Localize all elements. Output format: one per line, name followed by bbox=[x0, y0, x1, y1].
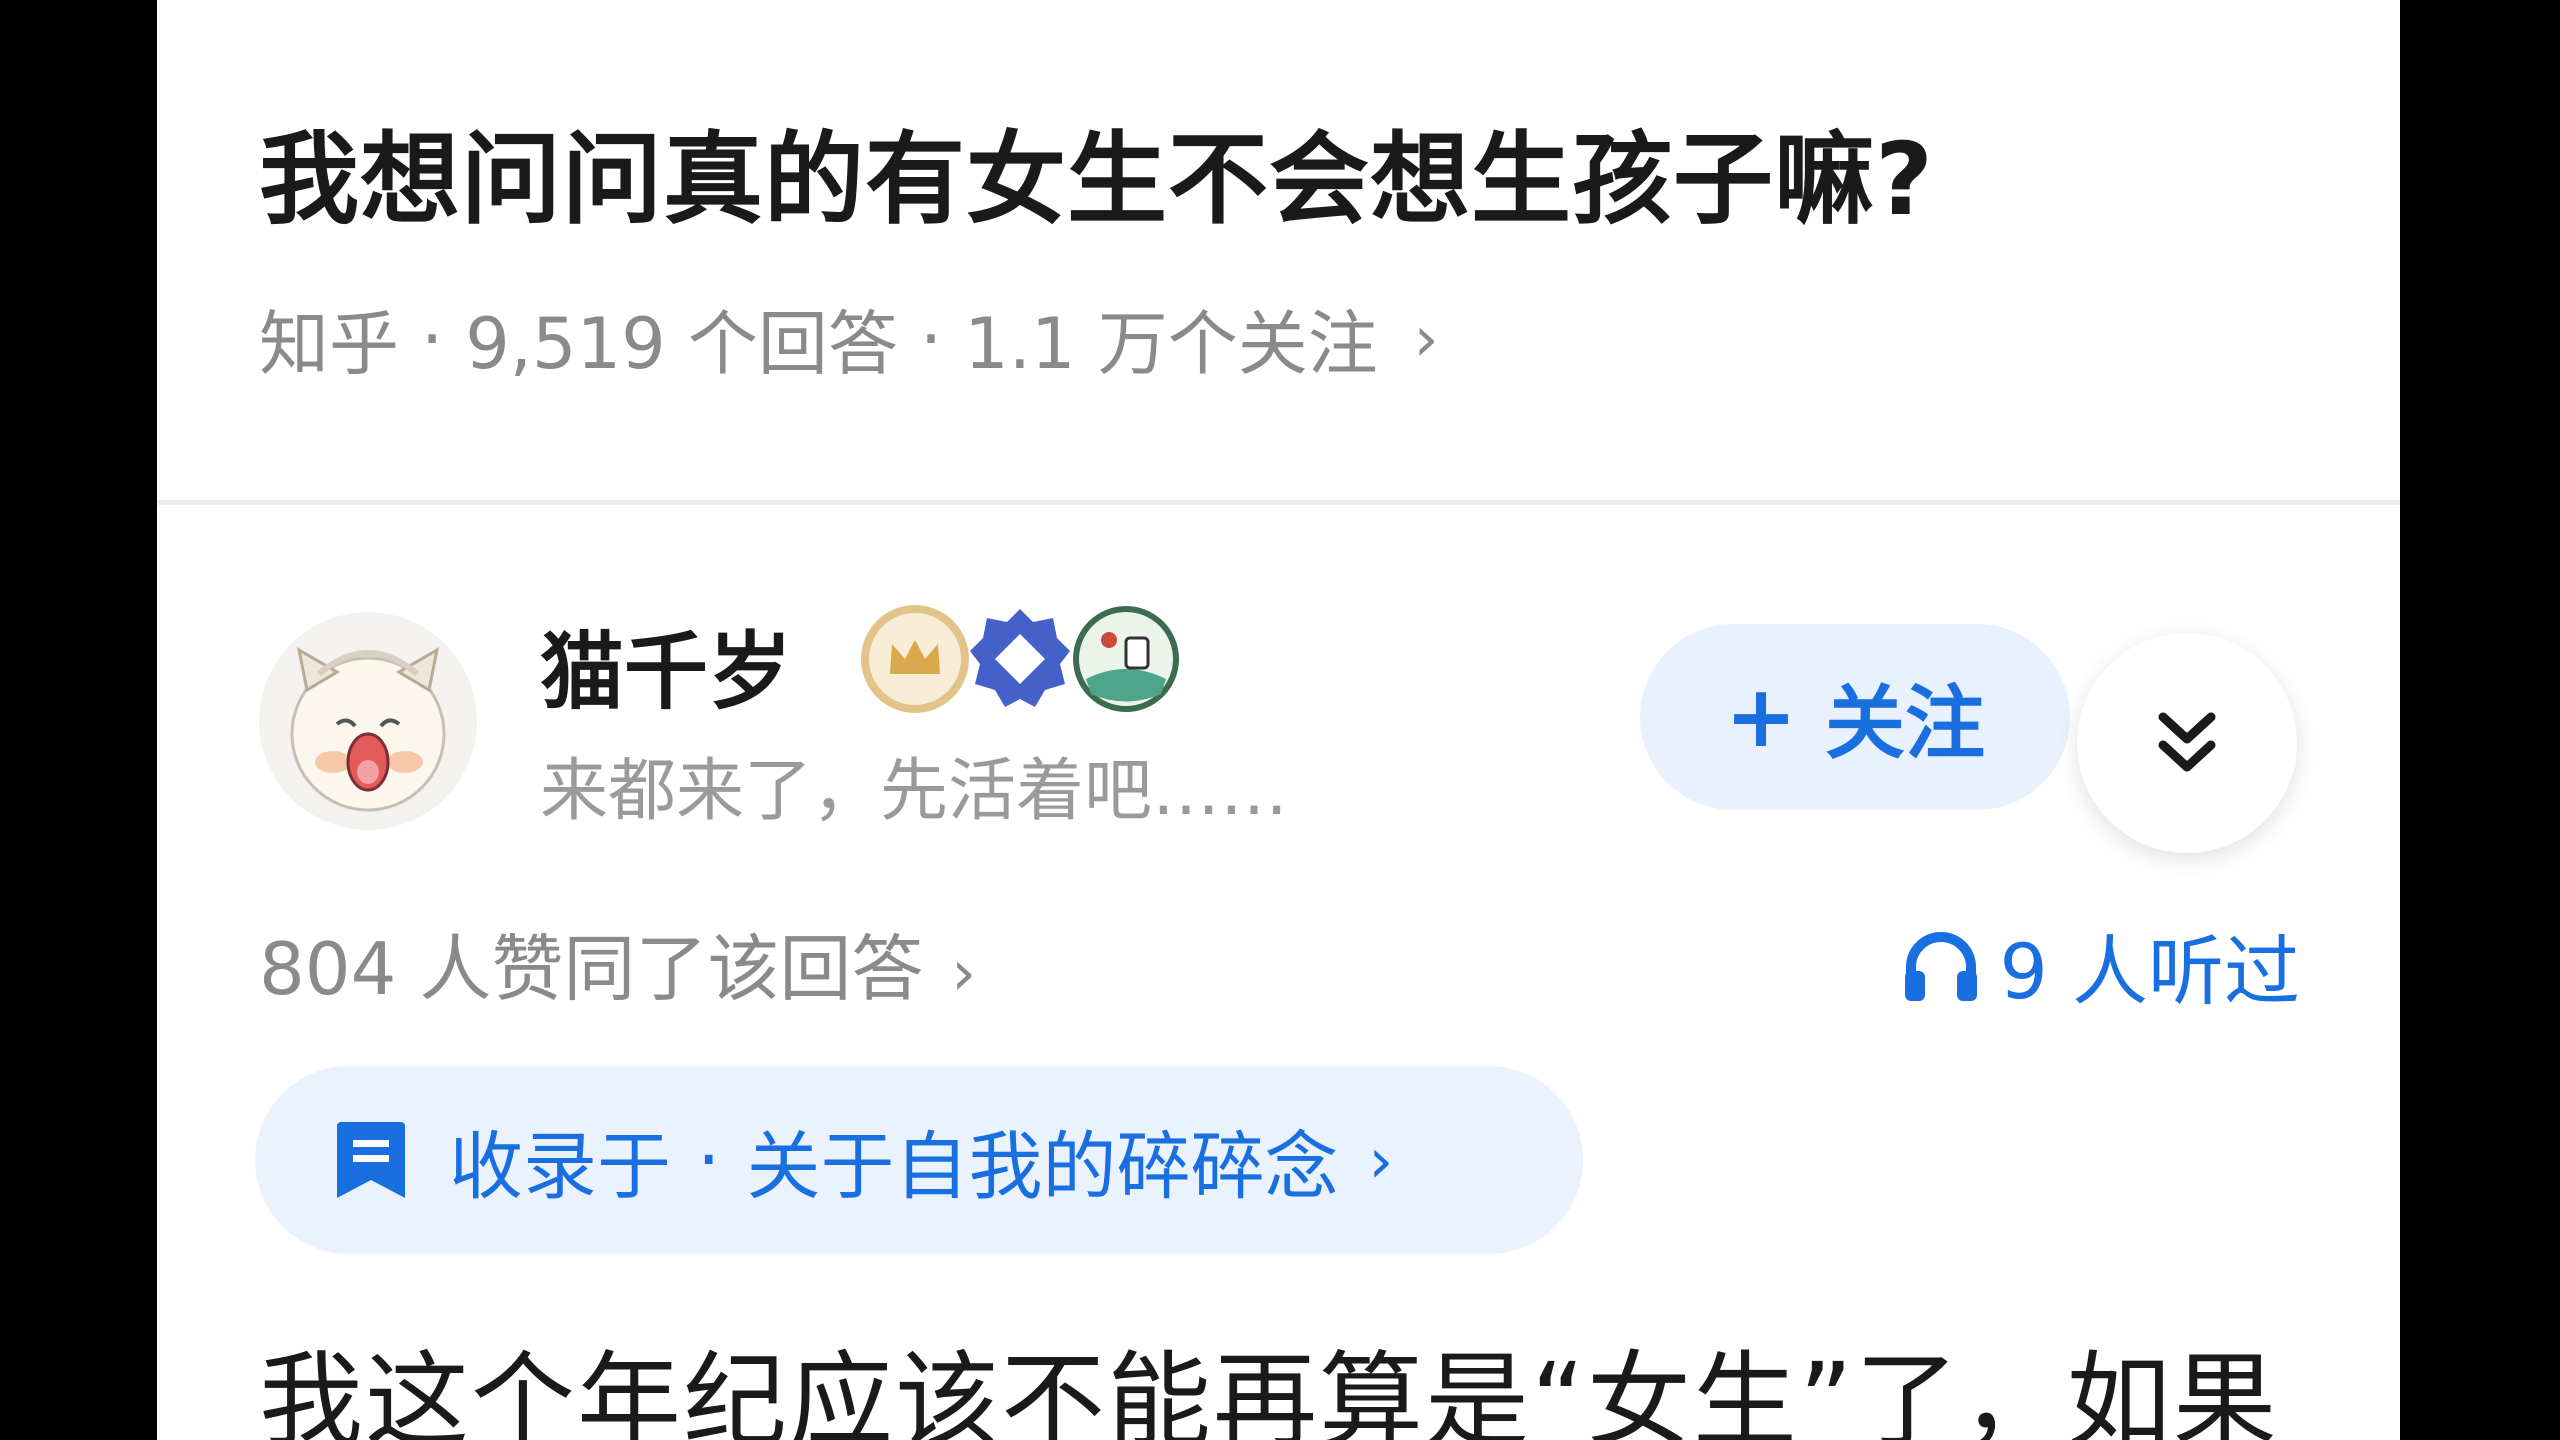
upvote-summary[interactable]: 804 人赞同了该回答 › bbox=[259, 910, 976, 1015]
author-avatar[interactable] bbox=[259, 612, 477, 830]
follow-button[interactable]: + 关注 bbox=[1640, 624, 2070, 810]
collection-link[interactable]: 收录于 · 关于自我的碎碎念 › bbox=[255, 1066, 1583, 1254]
bookmark-icon bbox=[337, 1122, 405, 1198]
screen: 我想问问真的有女生不会想生孩子嘛? 知乎 · 9,519 个回答 · 1.1 万… bbox=[0, 0, 2560, 1440]
expand-button[interactable] bbox=[2077, 633, 2297, 853]
author-bio: 来都来了，先活着吧…… bbox=[540, 752, 1289, 831]
cat-avatar-illustration bbox=[259, 612, 477, 830]
meta-separator: · bbox=[919, 297, 943, 380]
upvote-count: 804 人赞同了该回答 bbox=[259, 927, 924, 1011]
collection-label: 收录于 bbox=[449, 1123, 671, 1210]
crown-badge-icon[interactable] bbox=[860, 604, 970, 714]
meta-separator: · bbox=[421, 297, 444, 380]
double-chevron-down-icon bbox=[2158, 712, 2216, 772]
question-title[interactable]: 我想问问真的有女生不会想生孩子嘛? bbox=[259, 98, 1934, 243]
section-divider bbox=[157, 500, 2400, 505]
illustration-badge-icon[interactable] bbox=[1071, 604, 1181, 714]
follow-label: 关注 bbox=[1825, 677, 1986, 770]
answer-page: 我想问问真的有女生不会想生孩子嘛? 知乎 · 9,519 个回答 · 1.1 万… bbox=[157, 0, 2400, 1440]
follower-count: 1.1 万个关注 bbox=[964, 303, 1378, 385]
question-meta[interactable]: 知乎 · 9,519 个回答 · 1.1 万个关注 › bbox=[259, 288, 1439, 389]
chevron-right-icon: › bbox=[951, 936, 977, 1009]
collection-name: 关于自我的碎碎念 bbox=[746, 1123, 1339, 1210]
chevron-right-icon: › bbox=[1368, 1123, 1394, 1197]
listen-count-label: 9 人听过 bbox=[1999, 927, 2300, 1016]
source-label: 知乎 bbox=[259, 303, 399, 385]
author-name[interactable]: 猫千岁 bbox=[540, 605, 792, 726]
diamond-badge-icon[interactable] bbox=[965, 604, 1075, 714]
headphones-icon bbox=[1905, 932, 1978, 1001]
answer-text[interactable]: 我这个年纪应该不能再算是“女生”了，如果 bbox=[259, 1316, 2279, 1440]
plus-icon: + bbox=[1724, 667, 1798, 767]
chevron-right-icon: › bbox=[1413, 302, 1439, 375]
answer-count: 9,519 个回答 bbox=[465, 303, 898, 385]
listen-count[interactable]: 9 人听过 bbox=[1899, 910, 2300, 1020]
collection-separator: · bbox=[697, 1117, 721, 1203]
